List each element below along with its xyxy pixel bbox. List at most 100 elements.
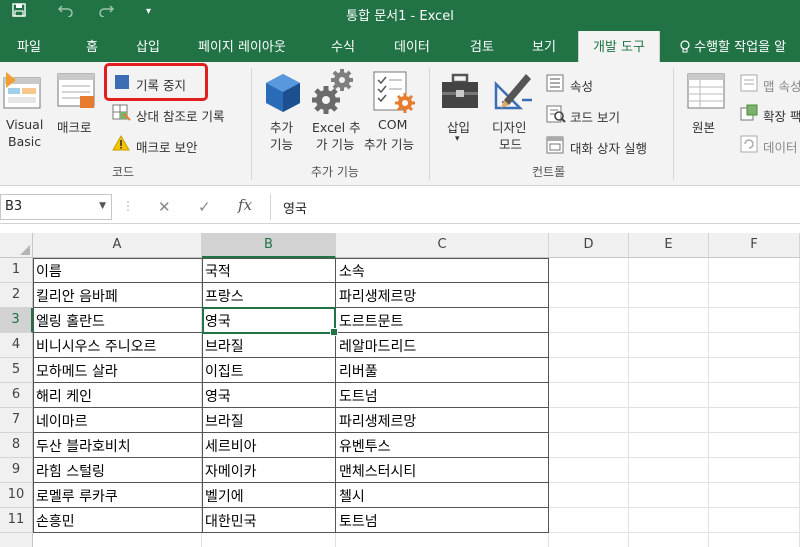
cell[interactable] — [33, 533, 202, 547]
cell[interactable]: 킬리안 음바페 — [33, 283, 202, 308]
cell[interactable]: 네이마르 — [33, 408, 202, 433]
tell-me-search[interactable]: 수행할 작업을 알 — [680, 36, 786, 55]
tab-developer[interactable]: 개발 도구 — [578, 31, 660, 62]
cell[interactable]: 모하메드 살라 — [33, 358, 202, 383]
cell[interactable]: 국적 — [202, 258, 336, 283]
cell[interactable] — [549, 383, 629, 408]
cell[interactable]: 엘링 홀란드 — [33, 308, 202, 333]
cell[interactable] — [709, 408, 800, 433]
tab-view[interactable]: 보기 — [532, 36, 556, 55]
tab-home[interactable]: 홈 — [86, 36, 98, 55]
cell[interactable]: 두산 블라호비치 — [33, 433, 202, 458]
row-header[interactable]: 3 — [0, 308, 33, 333]
cell[interactable]: 이집트 — [202, 358, 336, 383]
cell[interactable]: 도르트문트 — [336, 308, 549, 333]
cell[interactable] — [709, 358, 800, 383]
cell[interactable] — [709, 533, 800, 547]
cell[interactable] — [549, 283, 629, 308]
cell[interactable] — [336, 533, 549, 547]
cell[interactable]: 맨체스터시티 — [336, 458, 549, 483]
cell[interactable]: 리버풀 — [336, 358, 549, 383]
tab-review[interactable]: 검토 — [470, 36, 494, 55]
cell[interactable]: 첼시 — [336, 483, 549, 508]
cell[interactable]: 토트넘 — [336, 508, 549, 533]
tab-file[interactable]: 파일 — [17, 36, 41, 55]
cancel-icon[interactable]: ✕ — [158, 198, 171, 216]
cell[interactable] — [549, 308, 629, 333]
cell[interactable]: 소속 — [336, 258, 549, 283]
cell[interactable] — [709, 283, 800, 308]
cell[interactable]: 도트넘 — [336, 383, 549, 408]
cell[interactable] — [629, 433, 709, 458]
cell[interactable] — [549, 433, 629, 458]
cell[interactable]: 파리생제르망 — [336, 408, 549, 433]
row-header[interactable]: 4 — [0, 333, 33, 358]
cell[interactable]: 파리생제르망 — [336, 283, 549, 308]
row-header[interactable]: 7 — [0, 408, 33, 433]
cell[interactable]: 라힘 스털링 — [33, 458, 202, 483]
column-header-c[interactable]: C — [336, 233, 549, 258]
name-box[interactable]: B3 ▼ — [0, 194, 112, 220]
cell[interactable]: 유벤투스 — [336, 433, 549, 458]
cell[interactable] — [629, 308, 709, 333]
cell[interactable] — [709, 458, 800, 483]
cell[interactable] — [549, 408, 629, 433]
column-header-e[interactable]: E — [629, 233, 709, 258]
tab-data[interactable]: 데이터 — [394, 36, 430, 55]
row-header[interactable]: 1 — [0, 258, 33, 283]
cell[interactable] — [202, 533, 336, 547]
row-header[interactable]: 6 — [0, 383, 33, 408]
row-header[interactable] — [0, 533, 33, 547]
row-header[interactable]: 5 — [0, 358, 33, 383]
row-header[interactable]: 11 — [0, 508, 33, 533]
cell[interactable] — [549, 508, 629, 533]
cell[interactable] — [629, 383, 709, 408]
cell[interactable] — [629, 483, 709, 508]
cell[interactable]: 벨기에 — [202, 483, 336, 508]
chevron-down-icon[interactable]: ▼ — [99, 201, 106, 211]
cell[interactable] — [549, 533, 629, 547]
cell[interactable]: 대한민국 — [202, 508, 336, 533]
row-header[interactable]: 10 — [0, 483, 33, 508]
cell[interactable] — [629, 458, 709, 483]
cell[interactable] — [709, 383, 800, 408]
insert-function-icon[interactable]: fx — [238, 196, 252, 214]
column-header-a[interactable]: A — [33, 233, 202, 258]
cell[interactable] — [709, 483, 800, 508]
tab-insert[interactable]: 삽입 — [136, 36, 160, 55]
cell[interactable]: 비니시우스 주니오르 — [33, 333, 202, 358]
cell[interactable]: 영국 — [202, 383, 336, 408]
cell[interactable] — [629, 258, 709, 283]
cell[interactable]: 해리 케인 — [33, 383, 202, 408]
column-header-f[interactable]: F — [709, 233, 800, 258]
cell[interactable] — [629, 408, 709, 433]
cell[interactable] — [709, 258, 800, 283]
enter-icon[interactable]: ✓ — [198, 198, 211, 216]
cell[interactable] — [629, 358, 709, 383]
row-header[interactable]: 9 — [0, 458, 33, 483]
cell[interactable]: 세르비아 — [202, 433, 336, 458]
cell[interactable] — [629, 283, 709, 308]
cell[interactable]: 자메이카 — [202, 458, 336, 483]
row-header[interactable]: 2 — [0, 283, 33, 308]
cell[interactable] — [549, 458, 629, 483]
cell[interactable] — [629, 508, 709, 533]
cell[interactable] — [549, 358, 629, 383]
select-all-button[interactable] — [0, 233, 33, 258]
tab-formulas[interactable]: 수식 — [331, 36, 355, 55]
cell[interactable] — [709, 508, 800, 533]
column-header-d[interactable]: D — [549, 233, 629, 258]
formula-input[interactable]: 영국 — [270, 194, 800, 220]
cell[interactable] — [549, 483, 629, 508]
tab-page-layout[interactable]: 페이지 레이아웃 — [198, 36, 286, 55]
cell[interactable]: 프랑스 — [202, 283, 336, 308]
cell[interactable]: 로멜루 루카쿠 — [33, 483, 202, 508]
cell[interactable] — [629, 533, 709, 547]
cell[interactable]: 손흥민 — [33, 508, 202, 533]
cell[interactable] — [709, 433, 800, 458]
cell[interactable] — [549, 258, 629, 283]
row-header[interactable]: 8 — [0, 433, 33, 458]
cell[interactable] — [709, 308, 800, 333]
column-header-b[interactable]: B — [202, 233, 336, 258]
cell[interactable] — [709, 333, 800, 358]
